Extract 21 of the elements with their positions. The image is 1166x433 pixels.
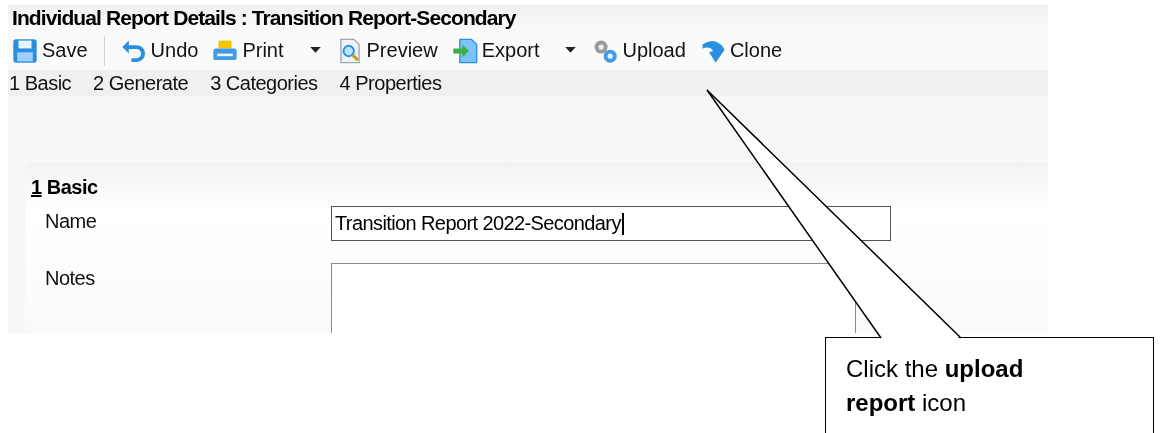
- section-heading: 1 Basic: [31, 175, 99, 200]
- nav-link[interactable]: 1 Basic: [9, 71, 72, 95]
- name-field[interactable]: Transition Report 2022-Secondary: [331, 206, 891, 241]
- toolbar-button[interactable]: Export: [449, 35, 581, 66]
- caret-icon[interactable]: [565, 47, 577, 55]
- nav-link[interactable]: 4 Properties: [339, 71, 442, 95]
- toolbar-button[interactable]: Upload: [590, 35, 688, 66]
- notes-field[interactable]: [331, 263, 856, 333]
- nav-link[interactable]: 2 Generate: [93, 71, 189, 95]
- window-title: Individual Report Details : Transition Report-Secondary: [12, 6, 516, 31]
- toolbar-button[interactable]: Preview: [334, 35, 440, 66]
- toolbar-button[interactable]: Clone: [697, 35, 785, 66]
- field-label: Name: [44, 209, 98, 233]
- toolbar-button[interactable]: Save: [10, 35, 90, 66]
- field-label: Notes: [44, 266, 96, 290]
- document-arrow-icon: [451, 37, 478, 64]
- toolbar-button[interactable]: Undo: [118, 35, 201, 66]
- toolbar-button[interactable]: Print: [210, 35, 325, 66]
- caret-icon[interactable]: [309, 47, 321, 55]
- nav-link[interactable]: 3 Categories: [210, 71, 318, 95]
- callout-text: Click the upload report icon: [825, 337, 1154, 433]
